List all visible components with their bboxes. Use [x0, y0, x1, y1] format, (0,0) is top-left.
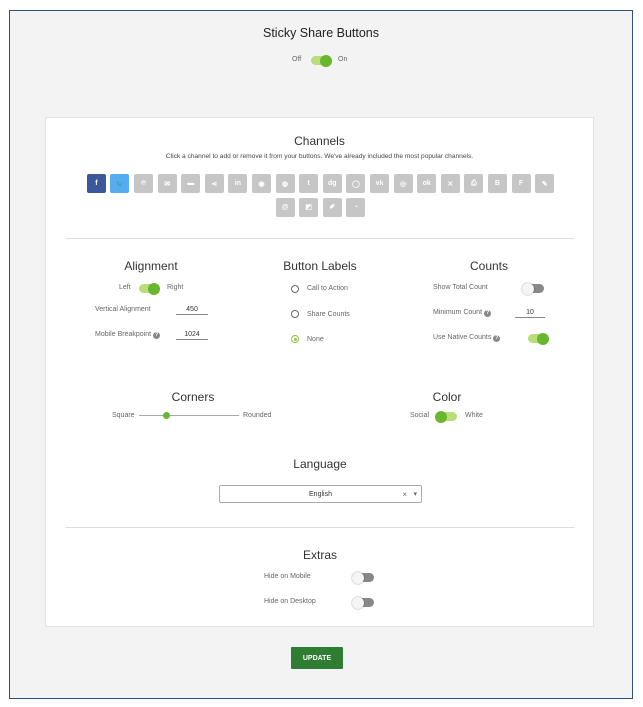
minimum-count-input[interactable] — [515, 307, 545, 318]
language-value: English — [309, 490, 332, 498]
mobile-breakpoint-label: Mobile Breakpoint? — [95, 331, 161, 339]
toggle-knob — [435, 410, 447, 423]
show-total-toggle[interactable] — [522, 282, 544, 295]
button-labels-heading: Button Labels — [283, 259, 357, 273]
color-white-label: White — [465, 412, 483, 419]
sms-icon[interactable]: ▬ — [181, 174, 201, 193]
divider — [66, 527, 574, 528]
minimum-count-text: Minimum Count — [433, 309, 483, 316]
hide-mobile-toggle[interactable] — [352, 571, 374, 584]
settings-panel: Channels Click a channel to add or remov… — [45, 117, 594, 627]
extras-heading: Extras — [302, 548, 337, 562]
corners-heading: Corners — [171, 390, 215, 404]
help-icon[interactable]: ? — [484, 310, 492, 317]
channels-subtitle: Click a channel to add or remove it from… — [165, 153, 474, 160]
toggle-knob — [320, 54, 332, 67]
channel-icons: f 🐦 ℗ ✉ ▬ ⋖ in ◉ ◍ t dg ◯ vk ◎ ok ✕ ⎙ B F ✎ @ ◩ ✐ ◔ — [76, 174, 565, 221]
hide-desktop-label: Hide on Desktop — [264, 598, 316, 605]
blogger-icon[interactable]: B — [487, 174, 507, 193]
alignment-toggle[interactable] — [139, 282, 160, 295]
color-social-label: Social — [410, 412, 430, 419]
toggle-knob — [352, 596, 364, 609]
mobile-breakpoint-input[interactable] — [176, 329, 208, 340]
radio-share-counts[interactable] — [291, 310, 299, 318]
messenger-icon[interactable]: ◉ — [252, 174, 272, 193]
livejournal-icon[interactable]: ✐ — [322, 197, 342, 217]
facebook-icon[interactable]: f — [86, 174, 106, 193]
update-button[interactable]: UPDATE — [291, 647, 343, 669]
print-icon[interactable]: ⎙ — [464, 174, 484, 193]
native-counts-label: Use Native Counts? — [433, 334, 501, 342]
odnoklassniki-icon[interactable]: ok — [417, 174, 437, 193]
toggle-knob — [522, 282, 534, 295]
vk-icon[interactable]: vk — [369, 174, 389, 193]
linkedin-icon[interactable]: in — [228, 174, 248, 193]
xing-icon[interactable]: ✕ — [440, 174, 460, 193]
tumblr-icon[interactable]: t — [299, 174, 319, 193]
whatsapp-icon[interactable]: ◯ — [346, 174, 366, 193]
settings-frame: Sticky Share Buttons Off On Channels Cli… — [9, 10, 633, 699]
color-toggle[interactable] — [435, 410, 457, 423]
twitter-icon[interactable]: 🐦 — [110, 174, 130, 193]
master-on-label: On — [338, 56, 348, 63]
chevron-down-icon[interactable]: ▾ — [413, 490, 417, 498]
minimum-count-label: Minimum Count? — [433, 309, 492, 317]
hide-mobile-label: Hide on Mobile — [264, 573, 311, 580]
digg-icon[interactable]: dg — [322, 174, 342, 193]
channels-heading: Channels — [294, 134, 345, 148]
alignment-left-label: Left — [119, 284, 131, 291]
weibo-icon[interactable]: ◎ — [393, 174, 413, 193]
toggle-knob — [352, 571, 364, 584]
divider — [66, 238, 574, 239]
radio-none-label: None — [307, 336, 324, 343]
radio-none[interactable] — [291, 335, 299, 343]
pinterest-icon[interactable]: ℗ — [134, 174, 154, 193]
mailru-icon[interactable]: @ — [275, 197, 295, 217]
master-toggle[interactable] — [311, 54, 332, 67]
email-icon[interactable]: ✉ — [157, 174, 177, 193]
toggle-knob — [537, 332, 549, 345]
vertical-alignment-input[interactable] — [176, 304, 208, 315]
mobile-breakpoint-text: Mobile Breakpoint — [95, 331, 152, 338]
corners-square-label: Square — [112, 412, 135, 419]
flipboard-icon[interactable]: F — [511, 174, 531, 193]
help-icon[interactable]: ? — [153, 332, 161, 339]
help-icon[interactable]: ? — [493, 335, 501, 342]
hide-desktop-toggle[interactable] — [352, 596, 374, 609]
radio-share-counts-label: Share Counts — [307, 311, 350, 318]
color-heading: Color — [432, 390, 462, 404]
alignment-heading: Alignment — [124, 259, 178, 273]
wechat-icon[interactable]: ◔ — [346, 197, 366, 217]
radio-call-to-action-label: Call to Action — [307, 285, 348, 292]
channel-row-1: f 🐦 ℗ ✉ ▬ ⋖ in ◉ ◍ t dg ◯ vk ◎ ok ✕ ⎙ B F ✎ — [76, 174, 565, 193]
counts-heading: Counts — [469, 259, 509, 273]
delicious-icon[interactable]: ◩ — [299, 197, 319, 217]
corners-rounded-label: Rounded — [243, 412, 272, 419]
clear-icon[interactable]: × — [402, 490, 407, 499]
corners-slider-track[interactable] — [139, 415, 239, 416]
language-heading: Language — [293, 457, 347, 471]
sharethis-icon[interactable]: ⋖ — [204, 174, 224, 193]
channel-row-2: @ ◩ ✐ ◔ — [76, 197, 565, 217]
master-off-label: Off — [292, 56, 302, 63]
native-counts-text: Use Native Counts — [433, 334, 492, 341]
corners-slider-handle[interactable] — [162, 412, 170, 419]
toggle-knob — [148, 282, 160, 295]
native-counts-toggle[interactable] — [528, 332, 549, 345]
page-title: Sticky Share Buttons — [262, 26, 380, 40]
show-total-label: Show Total Count — [433, 284, 488, 291]
reddit-icon[interactable]: ◍ — [275, 174, 295, 193]
alignment-right-label: Right — [167, 284, 184, 291]
meneame-icon[interactable]: ✎ — [535, 174, 555, 193]
radio-call-to-action[interactable] — [291, 285, 299, 293]
vertical-alignment-label: Vertical Alignment — [95, 306, 151, 313]
language-select[interactable]: English × ▾ — [219, 485, 422, 503]
